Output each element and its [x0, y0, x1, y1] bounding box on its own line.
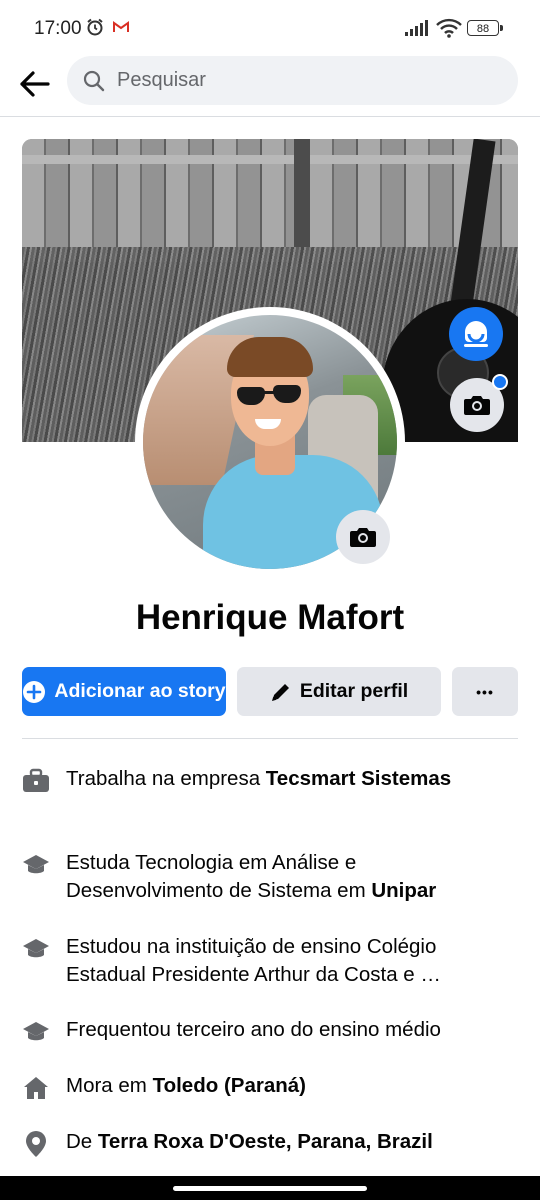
plus-circle-icon — [23, 680, 46, 703]
wifi-icon — [436, 18, 462, 38]
more-options-label: ••• — [476, 683, 494, 700]
photo-hair — [227, 337, 313, 377]
search-bar[interactable]: Pesquisar — [67, 56, 518, 105]
edit-profile-picture-camera-button[interactable] — [336, 510, 390, 564]
avatar-button[interactable] — [449, 307, 503, 361]
profile-name: Henrique Mafort — [135, 598, 405, 637]
graduation-cap-icon — [22, 935, 50, 963]
pencil-icon — [271, 683, 289, 701]
graduation-cap-icon — [22, 851, 50, 879]
add-to-story-button[interactable]: Adicionar ao story — [22, 667, 226, 716]
edit-profile-button[interactable]: Editar perfil — [237, 667, 441, 716]
divider — [22, 738, 518, 739]
graduation-cap-icon — [22, 1018, 50, 1046]
status-time: 17:00 — [34, 18, 82, 39]
location-pin-icon — [22, 1130, 50, 1158]
detail-text: Estudou na instituição de ensino Colégio… — [66, 935, 441, 986]
photo-sunglasses-bridge — [263, 391, 275, 394]
home-icon — [22, 1074, 50, 1102]
detail-text: Trabalha na empresa Tecsmart Sistemas — [66, 767, 452, 790]
more-options-button[interactable]: ••• — [452, 667, 518, 716]
search-icon — [83, 70, 105, 91]
battery-tip — [500, 25, 503, 31]
camera-icon — [464, 396, 490, 415]
home-gesture-handle[interactable] — [173, 1186, 367, 1191]
notification-dot — [492, 374, 508, 390]
back-arrow-icon — [20, 71, 50, 97]
detail-text: Mora em Toledo (Paraná) — [66, 1074, 306, 1097]
battery-indicator: 88 — [467, 20, 499, 36]
briefcase-icon — [22, 767, 50, 795]
gmail-icon — [113, 21, 129, 32]
status-bar: 17:00 88 — [0, 0, 540, 56]
camera-icon — [350, 528, 376, 547]
detail-text: Frequentou terceiro ano do ensino médio — [66, 1018, 441, 1041]
back-button[interactable] — [14, 64, 54, 104]
add-to-story-label: Adicionar ao story — [54, 680, 226, 702]
detail-text: De Terra Roxa D'Oeste, Parana, Brazil — [66, 1130, 433, 1153]
detail-text: Estuda Tecnologia em Análise e Desenvolv… — [66, 851, 437, 902]
signal-icon — [405, 20, 428, 36]
cover-fence-post — [294, 139, 310, 264]
edit-profile-label: Editar perfil — [299, 680, 409, 702]
alarm-icon — [87, 18, 103, 36]
cover-fence-rail — [22, 155, 518, 164]
avatar-face-icon — [464, 321, 488, 347]
top-header: Pesquisar — [0, 56, 540, 117]
search-placeholder: Pesquisar — [117, 69, 206, 91]
